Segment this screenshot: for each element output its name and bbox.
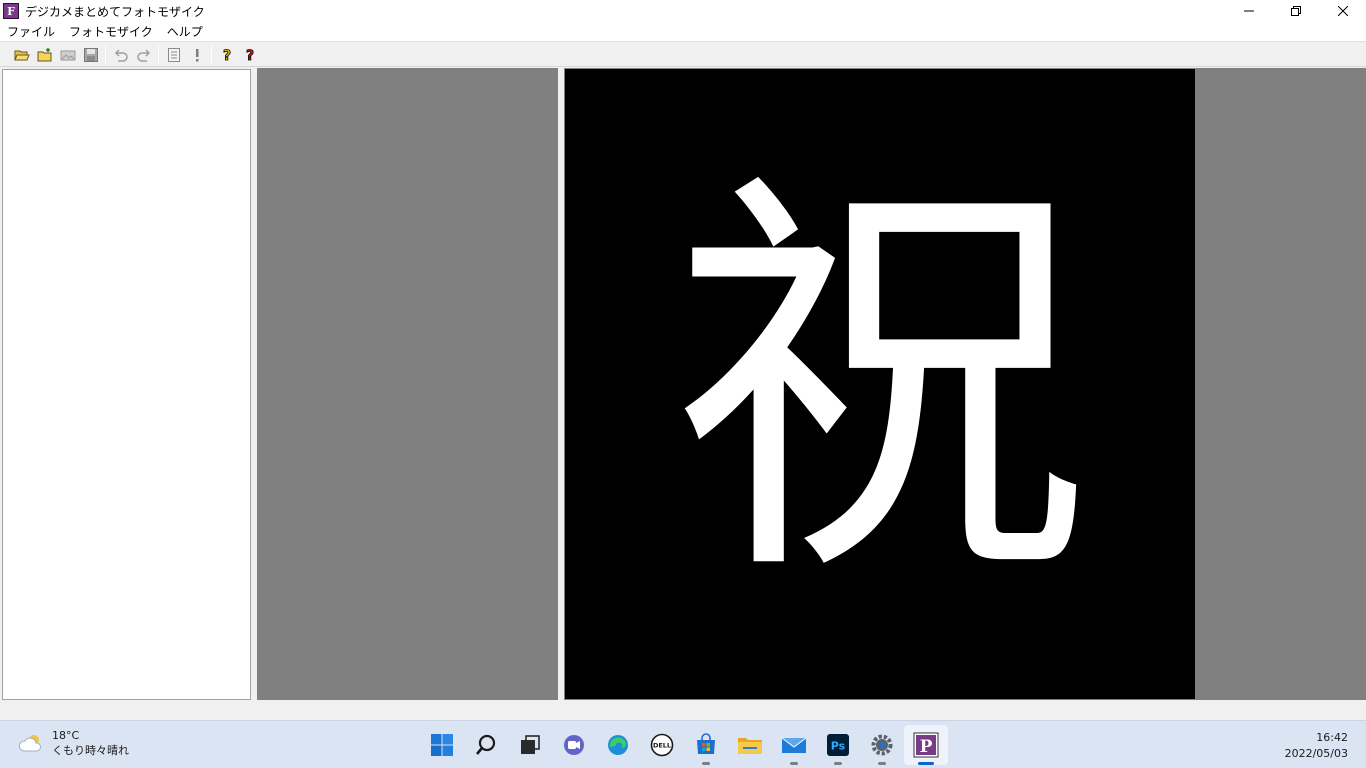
taskbar-edge[interactable] <box>596 725 640 765</box>
minimize-icon <box>1243 10 1254 12</box>
cloudy-sun-icon <box>18 735 41 752</box>
help-icon: ? <box>222 47 231 63</box>
undo-icon <box>114 48 128 62</box>
image-button[interactable] <box>56 44 79 66</box>
running-indicator <box>834 762 842 765</box>
taskbar-mail[interactable] <box>772 725 816 765</box>
restore-icon <box>1290 6 1301 16</box>
task-view-icon <box>521 735 540 754</box>
toolbar-separator <box>158 45 159 64</box>
svg-text:?: ? <box>222 48 230 63</box>
menu-help[interactable]: ヘルプ <box>160 22 210 42</box>
start-button[interactable] <box>420 725 464 765</box>
menu-file[interactable]: ファイル <box>0 22 62 42</box>
taskbar-apps: DELL Ps P <box>420 725 948 765</box>
taskbar-teams[interactable] <box>552 725 596 765</box>
taskbar-dell[interactable]: DELL <box>640 725 684 765</box>
save-button[interactable] <box>79 44 102 66</box>
store-icon <box>697 733 715 754</box>
taskbar-task-view[interactable] <box>508 725 552 765</box>
title-bar[interactable]: F デジカメまとめてフォトモザイク <box>0 0 1366 22</box>
settings-gear-icon <box>871 734 893 756</box>
search-icon <box>476 734 496 755</box>
open-folder-icon <box>13 50 30 60</box>
taskbar: 18°C くもり時々晴れ DELL Ps P 16:42 2022/05/03 <box>0 720 1366 768</box>
redo-icon <box>136 48 150 62</box>
system-clock[interactable]: 16:42 2022/05/03 <box>1285 730 1348 762</box>
close-button[interactable] <box>1319 0 1366 22</box>
toolbar: ? ? <box>0 43 1366 67</box>
window-title: デジカメまとめてフォトモザイク <box>25 4 205 19</box>
list-icon <box>167 47 180 62</box>
clock-date: 2022/05/03 <box>1284 747 1348 760</box>
windows-start-icon <box>431 734 453 756</box>
taskbar-store[interactable] <box>684 725 728 765</box>
svg-text:?: ? <box>245 48 253 63</box>
preview-panel[interactable]: 祝 <box>564 68 1366 700</box>
taskbar-search[interactable] <box>464 725 508 765</box>
help-button[interactable]: ? <box>215 44 238 66</box>
taskbar-file-explorer[interactable] <box>728 725 772 765</box>
open-button[interactable] <box>10 44 33 66</box>
menu-bar: ファイル フォトモザイク ヘルプ <box>0 22 1366 42</box>
window-controls <box>1225 0 1366 22</box>
exclamation-icon <box>195 48 198 61</box>
svg-text:P: P <box>920 737 933 757</box>
svg-text:DELL: DELL <box>653 742 671 750</box>
toolbar-separator <box>211 45 212 64</box>
save-icon <box>83 47 98 62</box>
context-help-button[interactable]: ? <box>238 44 261 66</box>
running-indicator <box>878 762 886 765</box>
folder-icon <box>738 738 762 754</box>
photomosaic-app-icon: P <box>913 732 939 758</box>
minimize-button[interactable] <box>1225 0 1272 22</box>
preview-kanji: 祝 <box>670 139 1090 628</box>
preview-image: 祝 <box>565 69 1195 699</box>
taskbar-settings[interactable] <box>860 725 904 765</box>
taskbar-photoshop[interactable]: Ps <box>816 725 860 765</box>
weather-temperature: 18°C <box>52 729 80 742</box>
running-indicator <box>702 762 710 765</box>
list-button[interactable] <box>162 44 185 66</box>
redo-button[interactable] <box>132 44 155 66</box>
photoshop-icon: Ps <box>827 734 849 756</box>
status-bar <box>0 701 1366 720</box>
dell-icon: DELL <box>650 733 674 757</box>
exclamation-button[interactable] <box>185 44 208 66</box>
svg-text:Ps: Ps <box>831 740 846 753</box>
new-folder-icon <box>37 47 51 61</box>
undo-button[interactable] <box>109 44 132 66</box>
mail-icon <box>781 737 807 753</box>
file-tree-panel[interactable] <box>2 69 251 700</box>
weather-condition: くもり時々晴れ <box>52 744 129 757</box>
app-window: F デジカメまとめてフォトモザイク ファイル フォトモザイク ヘルプ ? ? 祝… <box>0 0 1366 768</box>
restore-button[interactable] <box>1272 0 1319 22</box>
running-indicator <box>790 762 798 765</box>
taskbar-photomosaic[interactable]: P <box>904 725 948 765</box>
menu-photomosaic[interactable]: フォトモザイク <box>62 22 160 42</box>
app-icon[interactable]: F <box>3 3 19 19</box>
context-help-icon: ? <box>245 47 254 63</box>
toolbar-separator <box>105 45 106 64</box>
new-folder-button[interactable] <box>33 44 56 66</box>
thumbnail-panel[interactable] <box>257 68 558 700</box>
weather-widget[interactable]: 18°C くもり時々晴れ <box>18 728 129 758</box>
close-icon <box>1337 6 1348 16</box>
clock-time: 16:42 <box>1316 731 1348 744</box>
teams-chat-icon <box>564 735 584 755</box>
active-indicator <box>918 762 934 765</box>
edge-icon <box>608 735 628 755</box>
image-icon <box>60 50 75 60</box>
